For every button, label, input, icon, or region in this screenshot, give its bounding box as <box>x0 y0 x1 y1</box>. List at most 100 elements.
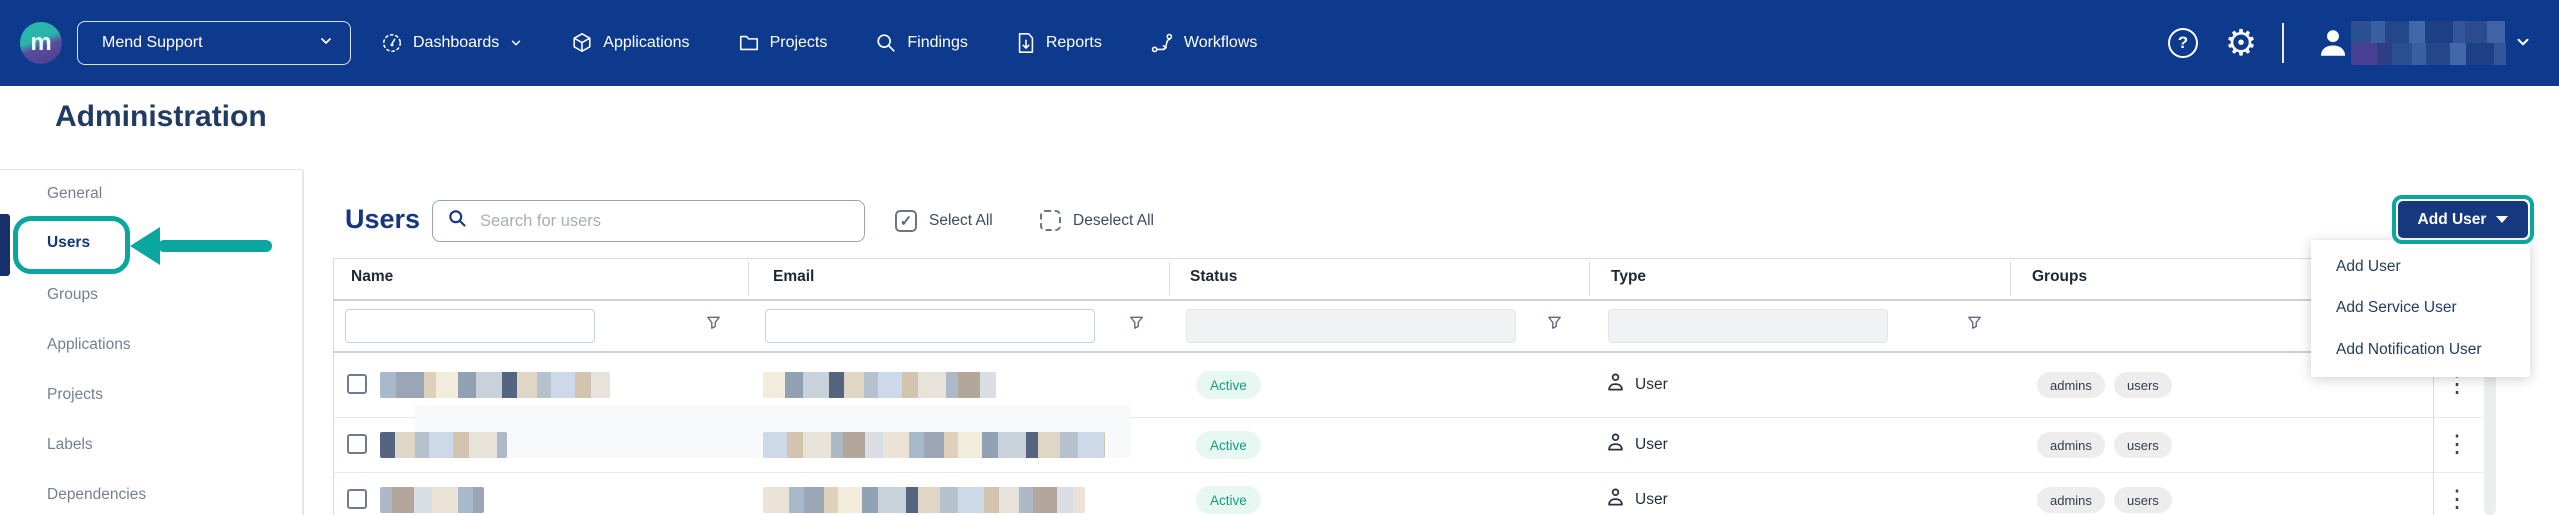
group-chip: admins <box>2037 372 2105 398</box>
sidebar-item-projects[interactable]: Projects <box>47 386 103 404</box>
kebab-menu-icon[interactable] <box>2445 488 2465 512</box>
nav-label: Workflows <box>1184 34 1258 52</box>
group-chip: users <box>2114 372 2172 398</box>
row-checkbox[interactable] <box>347 489 367 509</box>
nav-label: Projects <box>770 34 828 52</box>
name-redacted <box>380 372 610 398</box>
sidebar-item-general[interactable]: General <box>47 185 102 203</box>
name-redacted <box>380 432 507 458</box>
dashed-checkbox-icon <box>1040 210 1061 231</box>
add-user-label: Add User <box>2418 211 2487 229</box>
type-label: User <box>1635 376 1668 394</box>
column-header-groups[interactable]: Groups <box>2032 268 2087 286</box>
column-header-email[interactable]: Email <box>773 268 814 286</box>
kebab-menu-icon[interactable] <box>2445 433 2465 457</box>
page-title: Administration <box>55 100 267 134</box>
username-redacted <box>2351 21 2510 65</box>
report-document-icon <box>1016 32 1036 54</box>
nav-item-projects[interactable]: Projects <box>738 32 828 54</box>
column-header-type[interactable]: Type <box>1611 268 1646 286</box>
search-icon <box>447 208 468 234</box>
folder-icon <box>738 32 760 54</box>
funnel-filter-icon[interactable] <box>1966 314 1983 336</box>
nav-item-workflows[interactable]: Workflows <box>1150 32 1258 54</box>
status-badge: Active <box>1196 486 1261 514</box>
main-nav: Dashboards Applications Projects <box>381 0 1257 86</box>
search-users-input[interactable] <box>480 212 850 231</box>
caret-down-icon <box>2496 216 2508 223</box>
chevron-down-icon <box>318 33 334 54</box>
group-chip: admins <box>2037 487 2105 513</box>
gauge-icon <box>381 32 403 54</box>
chevron-down-icon <box>509 36 523 50</box>
select-all-label: Select All <box>929 212 993 230</box>
help-icon[interactable] <box>2168 28 2198 58</box>
row-checkbox[interactable] <box>347 434 367 454</box>
select-all-button[interactable]: Select All <box>895 210 993 232</box>
person-icon <box>1606 488 1625 512</box>
status-filter-input <box>1186 309 1516 343</box>
row-divider <box>333 472 2483 473</box>
divider <box>0 169 302 170</box>
checked-checkbox-icon <box>895 210 917 232</box>
sidebar-item-groups[interactable]: Groups <box>47 286 98 304</box>
type-cell: User <box>1606 433 1668 457</box>
sidebar-divider <box>302 170 304 515</box>
nav-label: Applications <box>603 34 689 52</box>
top-navbar: m Mend Support Dashboards Appl <box>0 0 2559 86</box>
nav-label: Findings <box>907 34 967 52</box>
group-chip: users <box>2114 432 2172 458</box>
nav-item-dashboards[interactable]: Dashboards <box>381 32 523 54</box>
nav-item-applications[interactable]: Applications <box>571 32 689 54</box>
status-badge: Active <box>1196 371 1261 399</box>
table-header-row: Name Email Status Type Groups <box>333 258 2483 299</box>
row-checkbox[interactable] <box>347 374 367 394</box>
menu-item-add-user[interactable]: Add User <box>2311 247 2530 287</box>
table-filter-row <box>333 301 2483 351</box>
annotation-highlight-box <box>13 216 130 274</box>
workflow-icon <box>1150 32 1174 54</box>
sidebar-item-applications[interactable]: Applications <box>47 336 131 354</box>
annotation-arrow-shaft <box>158 240 272 252</box>
menu-item-add-notification-user[interactable]: Add Notification User <box>2311 330 2530 370</box>
type-label: User <box>1635 491 1668 509</box>
nav-label: Dashboards <box>413 34 499 52</box>
magnifier-icon <box>875 32 897 54</box>
deselect-all-label: Deselect All <box>1073 212 1154 230</box>
sidebar-item-labels[interactable]: Labels <box>47 436 93 454</box>
column-header-name[interactable]: Name <box>351 268 393 286</box>
funnel-filter-icon[interactable] <box>1128 314 1145 336</box>
user-avatar-icon[interactable] <box>2316 26 2350 65</box>
nav-label: Reports <box>1046 34 1102 52</box>
email-redacted <box>763 487 1085 513</box>
group-chip: admins <box>2037 432 2105 458</box>
add-user-button[interactable]: Add User <box>2398 201 2528 238</box>
funnel-filter-icon[interactable] <box>705 314 722 336</box>
type-cell: User <box>1606 373 1668 397</box>
menu-item-add-service-user[interactable]: Add Service User <box>2311 288 2530 328</box>
column-header-status[interactable]: Status <box>1190 268 1237 286</box>
group-chip: users <box>2114 487 2172 513</box>
org-selector-value: Mend Support <box>102 34 318 52</box>
nav-item-reports[interactable]: Reports <box>1016 32 1102 54</box>
nav-item-findings[interactable]: Findings <box>875 32 967 54</box>
org-selector-dropdown[interactable]: Mend Support <box>77 21 351 65</box>
funnel-filter-icon[interactable] <box>1546 314 1563 336</box>
chevron-down-icon[interactable] <box>2514 33 2532 56</box>
column-separator <box>1169 262 1170 295</box>
gear-icon[interactable] <box>2220 22 2262 64</box>
navbar-divider <box>2282 23 2284 63</box>
sidebar-item-dependencies[interactable]: Dependencies <box>47 486 146 504</box>
search-users-box <box>432 200 865 242</box>
email-redacted <box>763 432 1105 458</box>
email-filter-input[interactable] <box>765 309 1095 343</box>
mend-logo[interactable]: m <box>20 22 62 64</box>
type-filter-input <box>1608 309 1888 343</box>
mend-admin-page: m Mend Support Dashboards Appl <box>0 0 2559 515</box>
add-user-menu: Add User Add Service User Add Notificati… <box>2311 240 2530 377</box>
deselect-all-button[interactable]: Deselect All <box>1040 210 1154 231</box>
person-icon <box>1606 373 1625 397</box>
name-filter-input[interactable] <box>345 309 595 343</box>
email-redacted <box>763 372 996 398</box>
type-label: User <box>1635 436 1668 454</box>
